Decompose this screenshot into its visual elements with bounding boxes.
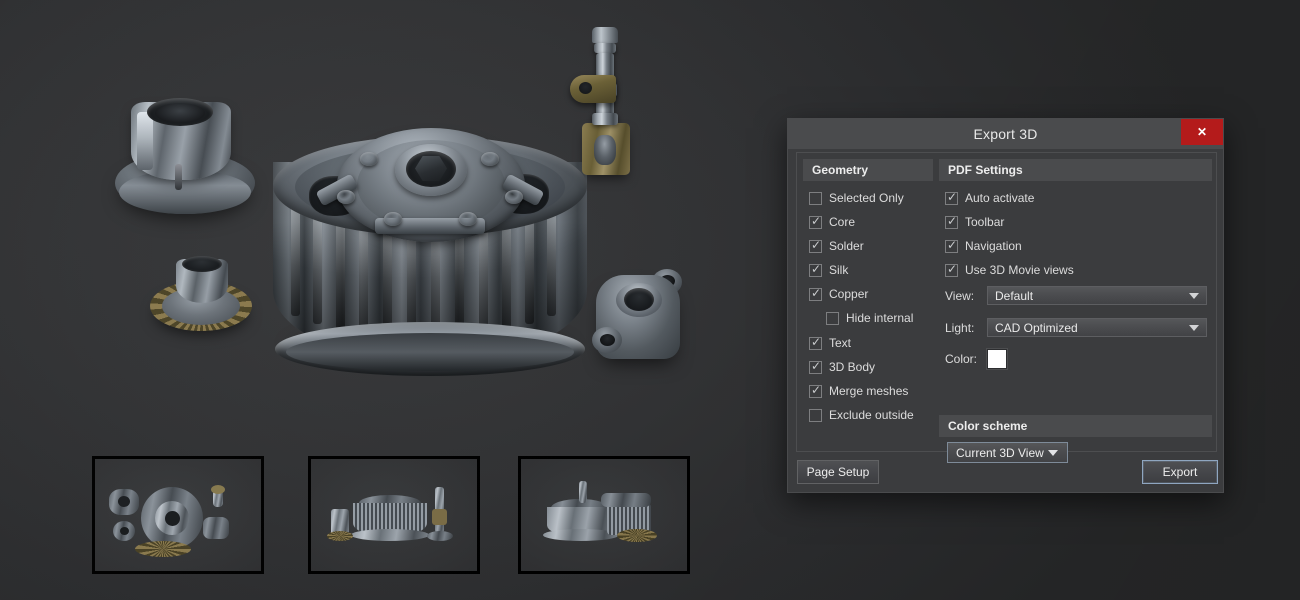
model-part-camshaft bbox=[570, 25, 650, 205]
color-scheme-value: Current 3D View bbox=[956, 445, 1044, 460]
checkbox-row-navigation[interactable]: Navigation bbox=[945, 238, 1022, 254]
checkbox-copper[interactable] bbox=[809, 286, 822, 301]
checkbox-use-3d-movie-views[interactable] bbox=[945, 262, 958, 277]
checkbox-label: Hide internal bbox=[846, 311, 914, 325]
checkbox-solder[interactable] bbox=[809, 238, 822, 253]
color-swatch[interactable] bbox=[987, 349, 1007, 369]
checkbox-row-selected-only[interactable]: Selected Only bbox=[809, 190, 904, 206]
checkbox-silk[interactable] bbox=[809, 262, 822, 277]
view-label: View: bbox=[945, 288, 975, 303]
chevron-down-icon bbox=[1189, 324, 1199, 331]
section-header-color-scheme: Color scheme bbox=[939, 415, 1212, 437]
checkbox-label: 3D Body bbox=[829, 360, 876, 374]
field-row-color: Color: bbox=[945, 349, 1007, 369]
export-3d-dialog: Export 3D ✕ Geometry PDF Settings Select… bbox=[787, 118, 1224, 493]
checkbox-merge-meshes[interactable] bbox=[809, 383, 822, 398]
light-label: Light: bbox=[945, 320, 975, 335]
thumbnail-view-1[interactable] bbox=[92, 456, 264, 574]
close-icon[interactable]: ✕ bbox=[1181, 119, 1223, 145]
thumbnail-view-2[interactable] bbox=[308, 456, 480, 574]
section-header-geometry: Geometry bbox=[803, 159, 933, 181]
checkbox-label: Merge meshes bbox=[829, 384, 909, 398]
checkbox-exclude-outside[interactable] bbox=[809, 408, 822, 422]
checkbox-label: Text bbox=[829, 336, 852, 350]
checkbox-label: Copper bbox=[829, 287, 869, 301]
page-setup-button[interactable]: Page Setup bbox=[797, 460, 879, 484]
color-label: Color: bbox=[945, 352, 978, 366]
checkbox-row-core[interactable]: Core bbox=[809, 214, 855, 230]
chevron-down-icon bbox=[1189, 292, 1199, 299]
color-scheme-dropdown[interactable]: Current 3D View bbox=[947, 442, 1068, 463]
checkbox-row-solder[interactable]: Solder bbox=[809, 238, 864, 254]
checkbox-row-merge-meshes[interactable]: Merge meshes bbox=[809, 383, 908, 399]
checkbox-hide-internal[interactable] bbox=[826, 311, 839, 325]
checkbox-core[interactable] bbox=[809, 214, 822, 229]
checkbox-selected-only[interactable] bbox=[809, 191, 822, 205]
checkbox-label: Toolbar bbox=[965, 215, 1005, 229]
dialog-content-panel: Geometry PDF Settings Selected Only Core… bbox=[796, 152, 1217, 463]
checkbox-row-use-3d-movie-views[interactable]: Use 3D Movie views bbox=[945, 262, 1074, 278]
checkbox-toolbar[interactable] bbox=[945, 214, 958, 229]
view-dropdown[interactable]: Default bbox=[987, 286, 1207, 305]
checkbox-row-copper[interactable]: Copper bbox=[809, 286, 868, 302]
thumbnail-view-3[interactable] bbox=[518, 456, 690, 574]
field-row-view: View: Default bbox=[945, 286, 1207, 305]
checkbox-row-hide-internal[interactable]: Hide internal bbox=[826, 310, 913, 326]
checkbox-label: Navigation bbox=[965, 239, 1022, 253]
view-value: Default bbox=[995, 288, 1034, 303]
checkbox-label: Solder bbox=[829, 239, 864, 253]
checkbox-label: Silk bbox=[829, 263, 849, 277]
checkbox-label: Auto activate bbox=[965, 191, 1035, 205]
light-value: CAD Optimized bbox=[995, 320, 1078, 335]
dialog-title: Export 3D bbox=[973, 126, 1038, 142]
checkbox-label: Exclude outside bbox=[829, 408, 914, 422]
chevron-down-icon bbox=[1048, 449, 1058, 456]
model-part-pinion-gear bbox=[150, 255, 260, 335]
checkbox-auto-activate[interactable] bbox=[945, 190, 958, 205]
checkbox-row-silk[interactable]: Silk bbox=[809, 262, 848, 278]
section-header-pdf-settings: PDF Settings bbox=[939, 159, 1212, 181]
checkbox-row-3d-body[interactable]: 3D Body bbox=[809, 359, 875, 375]
model-part-bearing-housing bbox=[590, 265, 686, 375]
light-dropdown[interactable]: CAD Optimized bbox=[987, 318, 1207, 337]
checkbox-row-text[interactable]: Text bbox=[809, 335, 851, 351]
checkbox-row-toolbar[interactable]: Toolbar bbox=[945, 214, 1004, 230]
checkbox-label: Use 3D Movie views bbox=[965, 263, 1074, 277]
checkbox-label: Core bbox=[829, 215, 856, 229]
model-part-hub-sleeve bbox=[115, 90, 265, 230]
dialog-titlebar: Export 3D ✕ bbox=[788, 119, 1223, 149]
checkbox-3d-body[interactable] bbox=[809, 359, 822, 374]
checkbox-text[interactable] bbox=[809, 335, 822, 350]
field-row-light: Light: CAD Optimized bbox=[945, 318, 1207, 337]
model-part-clutch-basket bbox=[265, 100, 595, 400]
checkbox-label: Selected Only bbox=[829, 191, 904, 205]
checkbox-row-exclude-outside[interactable]: Exclude outside bbox=[809, 407, 914, 423]
checkbox-row-auto-activate[interactable]: Auto activate bbox=[945, 190, 1034, 206]
checkbox-navigation[interactable] bbox=[945, 238, 958, 253]
export-button[interactable]: Export bbox=[1142, 460, 1218, 484]
